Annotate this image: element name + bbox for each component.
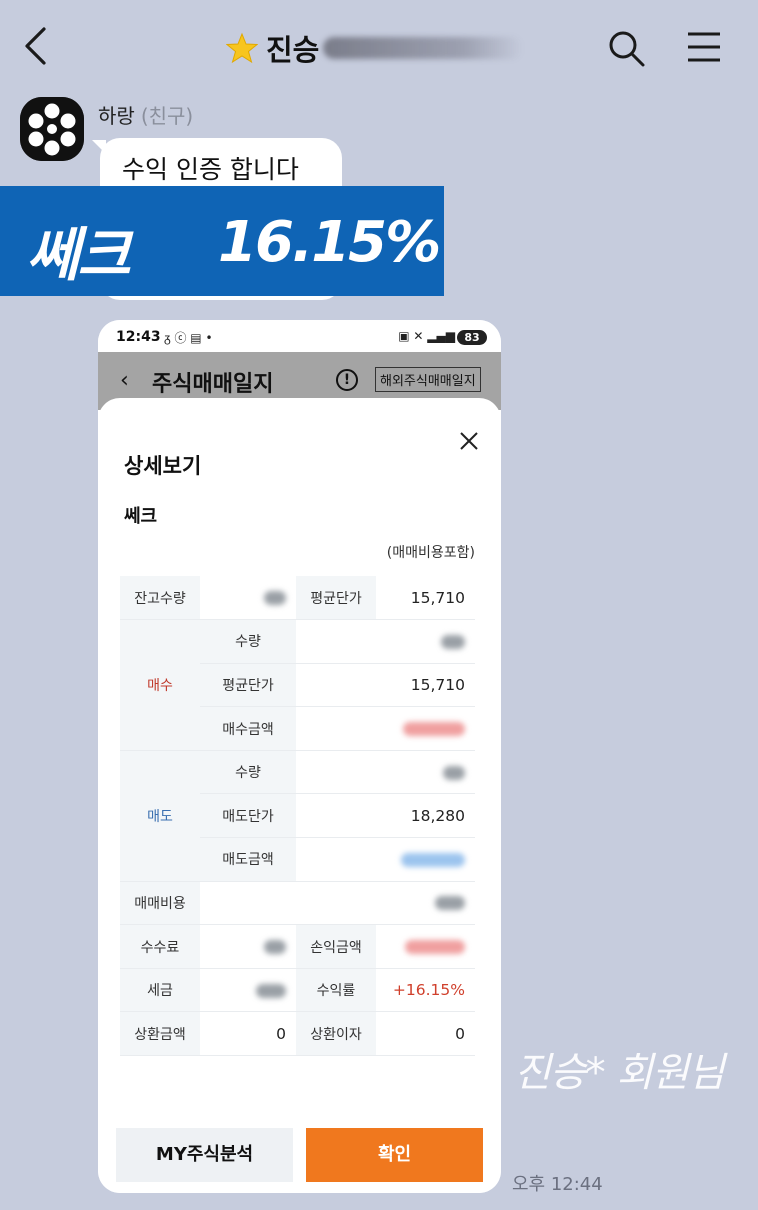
pl-amount-label: 손익금액 (296, 924, 376, 969)
table-row: 매매비용 (120, 881, 475, 926)
redacted-value (401, 852, 465, 867)
sender-name: 하랑 (친구) (98, 100, 193, 129)
avatar-image (20, 97, 84, 161)
info-icon: ! (336, 369, 358, 391)
balance-qty-label: 잔고수량 (120, 576, 200, 621)
message-time: 오후 12:44 (512, 1174, 603, 1195)
fee-note: (매매비용포함) (386, 545, 475, 561)
sender-tag: (친구) (140, 104, 194, 128)
search-button[interactable] (606, 28, 646, 68)
menu-button[interactable] (686, 30, 722, 64)
my-stock-analysis-button: MY주식분석 (116, 1128, 293, 1182)
buy-qty-value (296, 619, 475, 664)
profit-banner: 쎄크 16.15% (0, 186, 444, 296)
sell-amount-label: 매도금액 (200, 837, 296, 882)
watermark: 진승* 회원님 (514, 1050, 725, 1096)
trade-cost-value (200, 881, 475, 926)
sell-price-value: 18,280 (296, 793, 475, 839)
return-value: +16.15% (376, 968, 475, 1013)
banner-stock-name: 쎄크 (26, 221, 131, 289)
banner-return: 16.15% (218, 210, 441, 275)
buy-amount-label: 매수금액 (200, 706, 296, 751)
table-row: 상환금액 0 상환이자 0 (120, 1011, 475, 1057)
redacted-value (256, 983, 286, 998)
phone-status-bar: 12:43 ᵹ ⓒ ▤ • ▣ ✕ ▂▄▆ 83 (98, 320, 501, 352)
star-icon (226, 32, 258, 64)
sell-price-label: 매도단가 (200, 793, 296, 839)
repay-interest-value: 0 (376, 1011, 475, 1057)
buy-avg-value: 15,710 (296, 663, 475, 708)
redacted-value (441, 634, 465, 649)
return-label: 수익률 (296, 968, 376, 1013)
detail-table: 잔고수량 평균단가 15,710 매수 수량 평균단가 15,710 매수금액 … (120, 576, 475, 1057)
balance-qty-value (200, 576, 296, 621)
redacted-value (403, 722, 465, 737)
avatar[interactable] (20, 97, 84, 161)
chat-title[interactable]: 진승 (226, 28, 524, 68)
repay-interest-label: 상환이자 (296, 1011, 376, 1057)
commission-value (200, 924, 296, 969)
menu-icon (688, 32, 720, 62)
detail-sheet: 상세보기 쎄크 (매매비용포함) 잔고수량 평균단가 15,710 매수 수량 … (98, 398, 501, 1193)
table-row: 세금 수익률 +16.15% (120, 968, 475, 1013)
repay-amount-value: 0 (200, 1011, 296, 1057)
chevron-left-icon (25, 27, 46, 65)
confirm-button: 확인 (306, 1128, 483, 1182)
redacted-value (405, 940, 465, 955)
table-row: 수수료 손익금액 (120, 924, 475, 969)
close-icon (460, 432, 478, 450)
avg-price-value: 15,710 (376, 576, 475, 621)
sell-label: 매도 (120, 750, 200, 882)
app-back-icon: ‹ (120, 368, 129, 393)
trade-cost-label: 매매비용 (120, 881, 200, 926)
stock-name: 쎄크 (124, 506, 158, 527)
chat-title-text: 진승 (266, 33, 320, 67)
tax-label: 세금 (120, 968, 200, 1013)
buy-amount-value (296, 706, 475, 751)
buy-label: 매수 (120, 619, 200, 751)
sender-name-text: 하랑 (98, 104, 135, 128)
redacted-value (264, 940, 286, 955)
commission-label: 수수료 (120, 924, 200, 969)
redacted-value (435, 896, 465, 911)
overseas-journal-button: 해외주식매매일지 (375, 367, 481, 392)
tax-value (200, 968, 296, 1013)
table-row: 매수 수량 (120, 619, 475, 751)
table-row: 잔고수량 평균단가 15,710 (120, 576, 475, 621)
title-redacted (323, 37, 524, 59)
screenshot-image[interactable]: 12:43 ᵹ ⓒ ▤ • ▣ ✕ ▂▄▆ 83 ‹ 주식매매일지 ! 해외주식… (98, 320, 501, 1193)
sheet-title: 상세보기 (124, 454, 202, 478)
redacted-value (264, 591, 286, 606)
buy-avg-label: 평균단가 (200, 663, 296, 708)
buy-qty-label: 수량 (200, 619, 296, 664)
battery-indicator: 83 (457, 330, 487, 345)
message-text: 수익 인증 합니다 (122, 155, 299, 184)
status-icons-right: ▣ ✕ ▂▄▆ (398, 329, 455, 343)
status-time: 12:43 (116, 329, 161, 345)
redacted-value (443, 765, 465, 780)
status-icons-left: ᵹ ⓒ ▤ • (164, 331, 213, 345)
chat-header: 진승 (0, 0, 758, 92)
avg-price-label: 평균단가 (296, 576, 376, 621)
search-icon (609, 31, 645, 67)
app-title: 주식매매일지 (152, 372, 274, 397)
table-row: 매도 수량 (120, 750, 475, 882)
sell-amount-value (296, 837, 475, 882)
sell-qty-label: 수량 (200, 750, 296, 795)
back-button[interactable] (18, 24, 58, 68)
pl-amount-value (376, 924, 475, 969)
sell-qty-value (296, 750, 475, 795)
repay-amount-label: 상환금액 (120, 1011, 200, 1057)
